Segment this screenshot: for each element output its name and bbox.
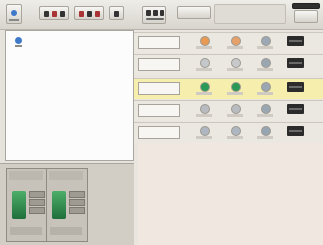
- slot-icon: [52, 11, 57, 17]
- device-footer: [50, 227, 82, 235]
- port-icon: [69, 191, 85, 198]
- led-caption: [196, 46, 212, 49]
- device-footer: [10, 227, 42, 235]
- slot-icon: [79, 11, 84, 17]
- status-led-icon[interactable]: [200, 82, 210, 92]
- led-caption: [196, 114, 212, 117]
- status-led-icon[interactable]: [231, 126, 241, 136]
- status-led-icon[interactable]: [261, 104, 271, 114]
- device-header: [49, 171, 83, 180]
- module-bank-icon-base: [146, 18, 164, 20]
- device-item-label-line: [15, 45, 22, 47]
- device-list[interactable]: [5, 30, 134, 161]
- status-led-icon[interactable]: [261, 36, 271, 46]
- slot-button-3[interactable]: [109, 6, 124, 20]
- led-caption: [227, 114, 243, 117]
- slot-button-1[interactable]: [39, 6, 69, 20]
- status-led-icon[interactable]: [261, 126, 271, 136]
- led-caption: [227, 46, 243, 49]
- led-caption: [196, 136, 212, 139]
- device-header: [9, 171, 43, 180]
- led-caption: [227, 136, 243, 139]
- port-icon: [69, 207, 85, 214]
- slot-icon: [60, 11, 65, 17]
- status-led-icon[interactable]: [261, 82, 271, 92]
- status-led-icon[interactable]: [231, 104, 241, 114]
- led-caption: [257, 68, 273, 71]
- chip-icon[interactable]: [287, 58, 304, 68]
- device-item-icon[interactable]: [15, 37, 22, 44]
- module-icon: [146, 10, 151, 16]
- led-caption: [227, 68, 243, 71]
- status-led-icon[interactable]: [231, 58, 241, 68]
- led-caption: [257, 114, 273, 117]
- module-icon: [52, 191, 66, 219]
- module-icon: [153, 10, 158, 16]
- action-button[interactable]: [177, 6, 211, 19]
- toolbar: [0, 0, 323, 30]
- status-area: [138, 128, 323, 245]
- status-led-icon[interactable]: [200, 36, 210, 46]
- device-module-1[interactable]: [6, 168, 48, 242]
- status-led-icon[interactable]: [200, 58, 210, 68]
- channel-label[interactable]: [138, 104, 180, 117]
- port-icon: [69, 199, 85, 206]
- slot-icon: [44, 11, 49, 17]
- chip-icon[interactable]: [287, 104, 304, 114]
- status-led-icon[interactable]: [231, 36, 241, 46]
- status-led-icon[interactable]: [231, 82, 241, 92]
- channel-label[interactable]: [138, 36, 180, 49]
- status-led-icon[interactable]: [200, 104, 210, 114]
- module-icon: [160, 10, 164, 16]
- chip-icon[interactable]: [287, 82, 304, 92]
- exit-icon: [292, 3, 320, 9]
- chip-icon[interactable]: [287, 126, 304, 136]
- device-module-2[interactable]: [46, 168, 88, 242]
- port-icon: [29, 191, 45, 198]
- speaker-button[interactable]: [6, 4, 22, 24]
- slot-icon: [114, 11, 119, 17]
- channel-label[interactable]: [138, 126, 180, 139]
- port-icon: [29, 199, 45, 206]
- module-icon: [12, 191, 26, 219]
- led-caption: [257, 136, 273, 139]
- led-caption: [227, 92, 243, 95]
- led-caption: [257, 92, 273, 95]
- status-led-icon[interactable]: [200, 126, 210, 136]
- speaker-icon-base: [9, 19, 19, 21]
- channel-label[interactable]: [138, 58, 180, 71]
- toolbar-spacer: [214, 4, 286, 24]
- slot-button-2[interactable]: [74, 6, 104, 20]
- slot-icon: [87, 11, 92, 17]
- module-bank-button[interactable]: [142, 6, 166, 24]
- led-caption: [257, 46, 273, 49]
- port-icon: [29, 207, 45, 214]
- slot-icon: [95, 11, 100, 17]
- channel-label[interactable]: [138, 82, 180, 95]
- exit-button[interactable]: [294, 10, 318, 23]
- status-led-icon[interactable]: [261, 58, 271, 68]
- chip-icon[interactable]: [287, 36, 304, 46]
- led-caption: [196, 92, 212, 95]
- speaker-icon: [11, 10, 17, 16]
- led-caption: [196, 68, 212, 71]
